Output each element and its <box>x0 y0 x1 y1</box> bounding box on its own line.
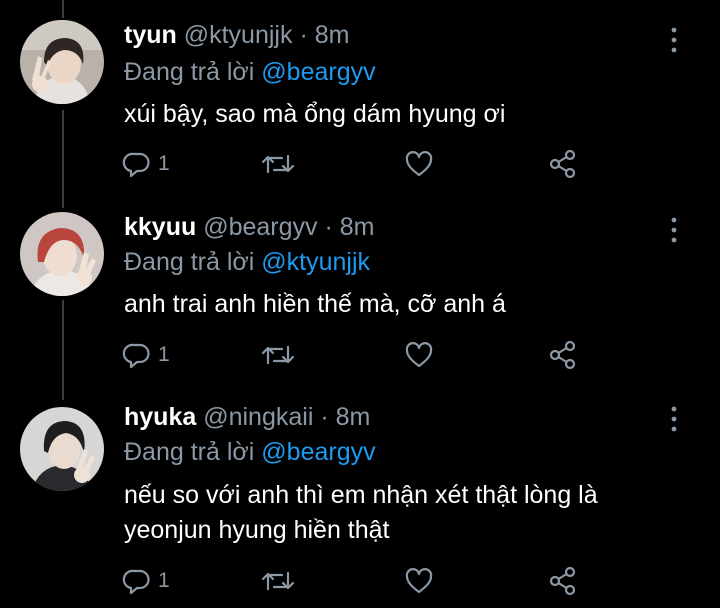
retweet-icon <box>261 571 295 591</box>
tweet-text: xúi bậy, sao mà ổng dám hyung ơi <box>124 97 684 132</box>
tweet-text: nếu so với anh thì em nhận xét thật lòng… <box>124 478 684 548</box>
like-icon <box>405 568 433 594</box>
share-icon <box>549 149 576 179</box>
tweet-text-line: nếu so với anh thì em nhận xét thật lòng… <box>124 481 598 509</box>
avatar-photo <box>20 407 104 491</box>
more-icon <box>671 406 677 432</box>
retweet-button[interactable] <box>260 337 296 373</box>
tweet[interactable]: tyun @ktyunjjk · 8m Đang trả lời @beargy… <box>0 0 720 195</box>
more-button[interactable] <box>668 215 680 245</box>
retweet-button[interactable] <box>260 146 296 182</box>
more-button[interactable] <box>668 404 680 434</box>
replying-to: Đang trả lời @beargyv <box>124 57 376 87</box>
replying-label: Đang trả lời <box>124 58 255 86</box>
reply-icon <box>122 152 150 178</box>
more-button[interactable] <box>668 25 680 55</box>
user-handle[interactable]: @ningkaii <box>203 403 313 431</box>
share-icon <box>549 566 576 596</box>
display-name[interactable]: tyun <box>124 21 177 49</box>
share-icon <box>549 340 576 370</box>
separator: · <box>320 403 329 431</box>
mention-link[interactable]: @beargyv <box>261 438 375 466</box>
reply-count: 1 <box>158 569 170 592</box>
replying-label: Đang trả lời <box>124 248 255 276</box>
timestamp[interactable]: 8m <box>340 213 375 241</box>
action-bar: 1 <box>110 337 590 373</box>
tweet-text-line: yeonjun hyung hiền thật <box>124 516 390 544</box>
mention-link[interactable]: @beargyv <box>261 58 375 86</box>
replying-label: Đang trả lời <box>124 438 255 466</box>
tweet-text-line: xúi bậy, sao mà ổng dám hyung ơi <box>124 100 506 128</box>
reply-button[interactable]: 1 <box>122 563 170 599</box>
tweet-text: anh trai anh hiền thế mà, cỡ anh á <box>124 287 684 322</box>
reply-icon <box>122 569 150 595</box>
retweet-button[interactable] <box>260 563 296 599</box>
mention-link[interactable]: @ktyunjjk <box>261 248 370 276</box>
user-handle[interactable]: @beargyv <box>203 213 317 241</box>
tweet-header: tyun @ktyunjjk · 8m <box>124 20 349 50</box>
like-icon <box>405 342 433 368</box>
separator: · <box>324 213 333 241</box>
like-button[interactable] <box>404 563 434 599</box>
reply-button[interactable]: 1 <box>122 146 170 182</box>
avatar-photo <box>20 20 104 104</box>
like-button[interactable] <box>404 337 434 373</box>
replying-to: Đang trả lời @ktyunjjk <box>124 247 370 277</box>
share-button[interactable] <box>548 563 578 599</box>
reply-count: 1 <box>158 152 170 175</box>
tweet[interactable]: kkyuu @beargyv · 8m Đang trả lời @ktyunj… <box>0 195 720 383</box>
reply-icon <box>122 343 150 369</box>
share-button[interactable] <box>548 146 578 182</box>
tweet-header: kkyuu @beargyv · 8m <box>124 212 375 242</box>
avatar[interactable] <box>20 20 104 104</box>
share-button[interactable] <box>548 337 578 373</box>
replying-to: Đang trả lời @beargyv <box>124 437 376 467</box>
user-handle[interactable]: @ktyunjjk <box>184 21 293 49</box>
tweet-header: hyuka @ningkaii · 8m <box>124 402 370 432</box>
like-icon <box>405 151 433 177</box>
reply-button[interactable]: 1 <box>122 337 170 373</box>
like-button[interactable] <box>404 146 434 182</box>
tweet[interactable]: hyuka @ningkaii · 8m Đang trả lời @bearg… <box>0 383 720 608</box>
avatar[interactable] <box>20 212 104 296</box>
display-name[interactable]: kkyuu <box>124 213 196 241</box>
retweet-icon <box>261 154 295 174</box>
reply-count: 1 <box>158 343 170 366</box>
avatar-photo <box>20 212 104 296</box>
more-icon <box>671 27 677 53</box>
action-bar: 1 <box>110 563 590 599</box>
retweet-icon <box>261 345 295 365</box>
tweet-text-line: anh trai anh hiền thế mà, cỡ anh á <box>124 290 506 318</box>
avatar[interactable] <box>20 407 104 491</box>
action-bar: 1 <box>110 146 590 182</box>
display-name[interactable]: hyuka <box>124 403 196 431</box>
more-icon <box>671 217 677 243</box>
separator: · <box>299 21 308 49</box>
timestamp[interactable]: 8m <box>336 403 371 431</box>
timestamp[interactable]: 8m <box>315 21 350 49</box>
